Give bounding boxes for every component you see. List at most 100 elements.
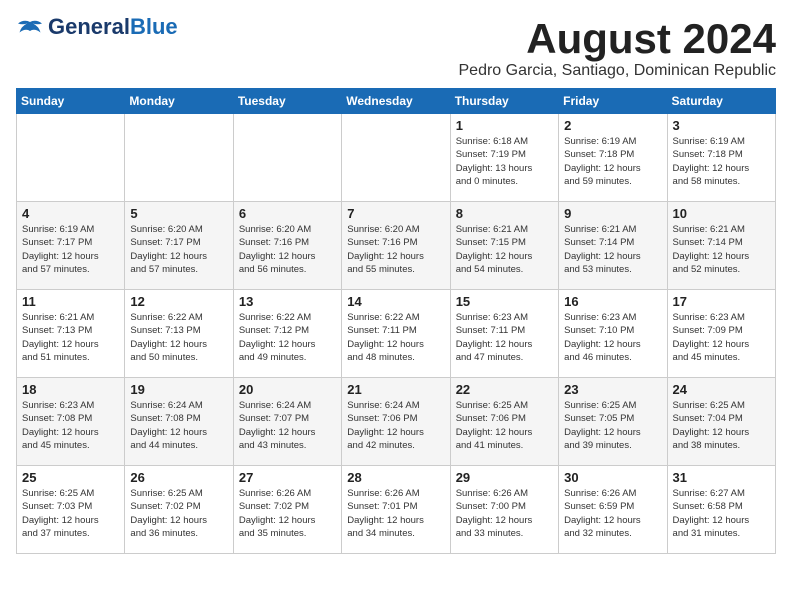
location-subtitle: Pedro Garcia, Santiago, Dominican Republ… [459,62,777,80]
logo-text: GeneralBlue [48,14,178,39]
day-number: 16 [564,294,661,309]
day-number: 19 [130,382,227,397]
calendar-cell: 11 Sunrise: 6:21 AM Sunset: 7:13 PM Dayli… [17,290,125,378]
calendar-cell: 1 Sunrise: 6:18 AM Sunset: 7:19 PM Daylig… [450,114,558,202]
day-number: 26 [130,470,227,485]
calendar-cell: 22Sunrise: 6:25 AM Sunset: 7:06 PM Dayli… [450,378,558,466]
calendar-cell: 19 Sunrise: 6:24 AM Sunset: 7:08 PM Dayli… [125,378,233,466]
calendar-cell: 2Sunrise: 6:19 AM Sunset: 7:18 PM Daylig… [559,114,667,202]
day-number: 29 [456,470,553,485]
calendar-cell: 4 Sunrise: 6:19 AM Sunset: 7:17 PM Daylig… [17,202,125,290]
day-content: Sunrise: 6:21 AM Sunset: 7:14 PM Dayligh… [564,223,661,276]
weekday-header-monday: Monday [125,89,233,114]
day-content: Sunrise: 6:21 AM Sunset: 7:14 PM Dayligh… [673,223,770,276]
calendar-cell: 15 Sunrise: 6:23 AM Sunset: 7:11 PM Dayli… [450,290,558,378]
month-year-title: August 2024 [459,16,777,62]
weekday-header-thursday: Thursday [450,89,558,114]
day-number: 27 [239,470,336,485]
day-number: 12 [130,294,227,309]
day-content: Sunrise: 6:24 AM Sunset: 7:07 PM Dayligh… [239,399,336,452]
day-number: 14 [347,294,444,309]
calendar-cell: 3 Sunrise: 6:19 AM Sunset: 7:18 PM Daylig… [667,114,775,202]
day-content: Sunrise: 6:25 AM Sunset: 7:04 PM Dayligh… [673,399,770,452]
weekday-header-sunday: Sunday [17,89,125,114]
calendar-cell: 20 Sunrise: 6:24 AM Sunset: 7:07 PM Dayli… [233,378,341,466]
day-content: Sunrise: 6:21 AM Sunset: 7:13 PM Dayligh… [22,311,119,364]
calendar-cell [233,114,341,202]
day-content: Sunrise: 6:19 AM Sunset: 7:17 PM Dayligh… [22,223,119,276]
calendar-cell: 13Sunrise: 6:22 AM Sunset: 7:12 PM Dayli… [233,290,341,378]
calendar-cell: 14 Sunrise: 6:22 AM Sunset: 7:11 PM Dayli… [342,290,450,378]
day-content: Sunrise: 6:24 AM Sunset: 7:06 PM Dayligh… [347,399,444,452]
calendar-cell: 18 Sunrise: 6:23 AM Sunset: 7:08 PM Dayli… [17,378,125,466]
day-content: Sunrise: 6:23 AM Sunset: 7:09 PM Dayligh… [673,311,770,364]
calendar-cell: 28 Sunrise: 6:26 AM Sunset: 7:01 PM Dayli… [342,466,450,554]
weekday-header-tuesday: Tuesday [233,89,341,114]
calendar-cell: 8 Sunrise: 6:21 AM Sunset: 7:15 PM Daylig… [450,202,558,290]
day-content: Sunrise: 6:25 AM Sunset: 7:02 PM Dayligh… [130,487,227,540]
day-number: 5 [130,206,227,221]
weekday-header-friday: Friday [559,89,667,114]
day-number: 11 [22,294,119,309]
day-content: Sunrise: 6:22 AM Sunset: 7:13 PM Dayligh… [130,311,227,364]
calendar-week-row: 18 Sunrise: 6:23 AM Sunset: 7:08 PM Dayli… [17,378,776,466]
calendar-week-row: 4 Sunrise: 6:19 AM Sunset: 7:17 PM Daylig… [17,202,776,290]
calendar-cell: 27 Sunrise: 6:26 AM Sunset: 7:02 PM Dayli… [233,466,341,554]
logo: GeneralBlue [16,16,178,39]
logo-bird-icon [16,19,44,37]
weekday-header-saturday: Saturday [667,89,775,114]
calendar-cell: 25 Sunrise: 6:25 AM Sunset: 7:03 PM Dayli… [17,466,125,554]
day-number: 28 [347,470,444,485]
calendar-cell: 23 Sunrise: 6:25 AM Sunset: 7:05 PM Dayli… [559,378,667,466]
calendar-cell: 30 Sunrise: 6:26 AM Sunset: 6:59 PM Dayli… [559,466,667,554]
day-number: 20 [239,382,336,397]
day-number: 2 [564,118,661,133]
calendar-cell: 26 Sunrise: 6:25 AM Sunset: 7:02 PM Dayli… [125,466,233,554]
day-number: 4 [22,206,119,221]
day-number: 1 [456,118,553,133]
day-content: Sunrise: 6:25 AM Sunset: 7:05 PM Dayligh… [564,399,661,452]
calendar-cell [342,114,450,202]
day-content: Sunrise: 6:20 AM Sunset: 7:16 PM Dayligh… [239,223,336,276]
day-number: 10 [673,206,770,221]
day-content: Sunrise: 6:21 AM Sunset: 7:15 PM Dayligh… [456,223,553,276]
calendar-cell: 31 Sunrise: 6:27 AM Sunset: 6:58 PM Dayli… [667,466,775,554]
calendar-cell: 5 Sunrise: 6:20 AM Sunset: 7:17 PM Daylig… [125,202,233,290]
calendar-cell: 7Sunrise: 6:20 AM Sunset: 7:16 PM Daylig… [342,202,450,290]
day-content: Sunrise: 6:18 AM Sunset: 7:19 PM Dayligh… [456,135,553,188]
day-number: 15 [456,294,553,309]
day-number: 7 [347,206,444,221]
day-number: 13 [239,294,336,309]
calendar-cell: 21Sunrise: 6:24 AM Sunset: 7:06 PM Dayli… [342,378,450,466]
calendar-cell: 12 Sunrise: 6:22 AM Sunset: 7:13 PM Dayli… [125,290,233,378]
calendar-cell: 9 Sunrise: 6:21 AM Sunset: 7:14 PM Daylig… [559,202,667,290]
day-content: Sunrise: 6:26 AM Sunset: 6:59 PM Dayligh… [564,487,661,540]
day-content: Sunrise: 6:20 AM Sunset: 7:17 PM Dayligh… [130,223,227,276]
calendar-cell: 24Sunrise: 6:25 AM Sunset: 7:04 PM Dayli… [667,378,775,466]
day-number: 25 [22,470,119,485]
day-content: Sunrise: 6:23 AM Sunset: 7:08 PM Dayligh… [22,399,119,452]
calendar-cell: 6Sunrise: 6:20 AM Sunset: 7:16 PM Daylig… [233,202,341,290]
day-number: 8 [456,206,553,221]
day-content: Sunrise: 6:26 AM Sunset: 7:01 PM Dayligh… [347,487,444,540]
calendar-cell: 10 Sunrise: 6:21 AM Sunset: 7:14 PM Dayli… [667,202,775,290]
day-number: 23 [564,382,661,397]
day-content: Sunrise: 6:27 AM Sunset: 6:58 PM Dayligh… [673,487,770,540]
day-content: Sunrise: 6:23 AM Sunset: 7:10 PM Dayligh… [564,311,661,364]
day-number: 31 [673,470,770,485]
calendar-cell [17,114,125,202]
day-number: 3 [673,118,770,133]
day-number: 18 [22,382,119,397]
day-content: Sunrise: 6:24 AM Sunset: 7:08 PM Dayligh… [130,399,227,452]
calendar-cell: 16 Sunrise: 6:23 AM Sunset: 7:10 PM Dayli… [559,290,667,378]
day-content: Sunrise: 6:19 AM Sunset: 7:18 PM Dayligh… [673,135,770,188]
day-number: 30 [564,470,661,485]
day-content: Sunrise: 6:26 AM Sunset: 7:02 PM Dayligh… [239,487,336,540]
day-content: Sunrise: 6:23 AM Sunset: 7:11 PM Dayligh… [456,311,553,364]
day-content: Sunrise: 6:22 AM Sunset: 7:11 PM Dayligh… [347,311,444,364]
day-content: Sunrise: 6:25 AM Sunset: 7:03 PM Dayligh… [22,487,119,540]
weekday-header-wednesday: Wednesday [342,89,450,114]
day-content: Sunrise: 6:25 AM Sunset: 7:06 PM Dayligh… [456,399,553,452]
calendar-cell: 29Sunrise: 6:26 AM Sunset: 7:00 PM Dayli… [450,466,558,554]
day-number: 9 [564,206,661,221]
